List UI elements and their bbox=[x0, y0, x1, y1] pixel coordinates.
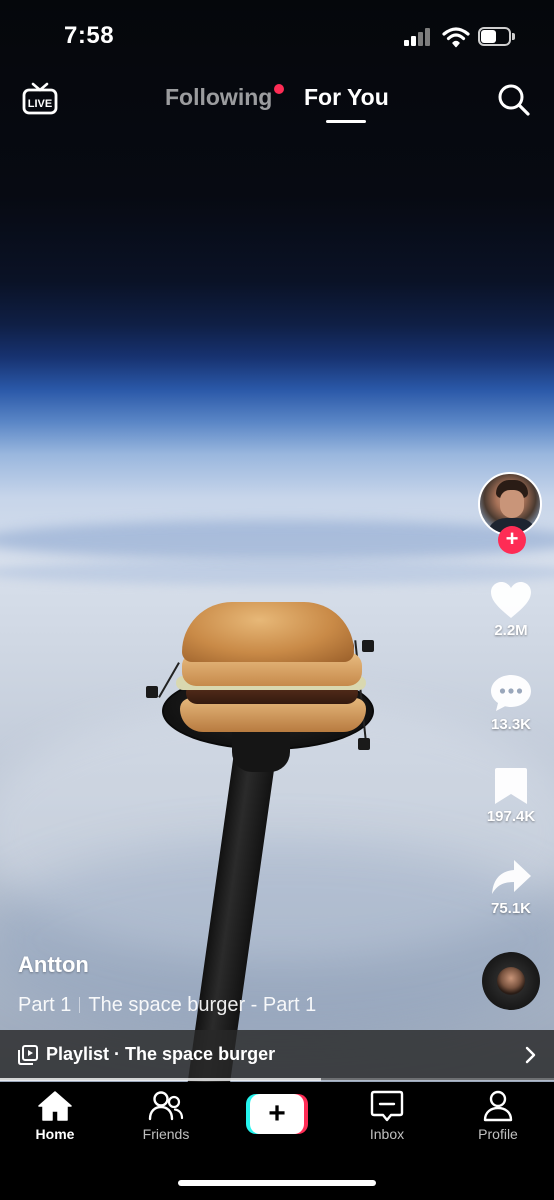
heart-icon bbox=[491, 582, 531, 618]
playlist-icon bbox=[18, 1045, 38, 1065]
nav-profile-label: Profile bbox=[478, 1126, 518, 1142]
search-icon[interactable] bbox=[496, 82, 532, 118]
wire-clip bbox=[362, 640, 374, 652]
playlist-bar[interactable]: Playlist · The space burger bbox=[0, 1030, 554, 1080]
share-count: 75.1K bbox=[490, 900, 532, 917]
nav-home-label: Home bbox=[35, 1126, 75, 1142]
nav-inbox-label: Inbox bbox=[369, 1126, 405, 1142]
wire-clip bbox=[146, 686, 158, 698]
cellular-signal-icon bbox=[404, 28, 434, 46]
video-player[interactable] bbox=[0, 0, 554, 1082]
active-tab-indicator bbox=[326, 120, 366, 123]
caption-divider bbox=[79, 997, 81, 1013]
save-count: 197.4K bbox=[486, 808, 536, 825]
status-bar: 7:58 bbox=[0, 0, 554, 70]
playlist-label: Playlist · The space burger bbox=[46, 1044, 276, 1064]
video-progress-fill bbox=[0, 1078, 322, 1081]
nav-profile[interactable]: Profile bbox=[453, 1090, 543, 1142]
comment-button[interactable]: 13.3K bbox=[476, 672, 546, 733]
cloud-layer bbox=[0, 560, 554, 585]
burger-bun-top bbox=[182, 602, 354, 662]
share-arrow-icon bbox=[492, 860, 531, 894]
profile-icon bbox=[483, 1090, 513, 1122]
inbox-icon bbox=[370, 1090, 404, 1122]
follow-button[interactable]: + bbox=[498, 526, 526, 554]
comment-count: 13.3K bbox=[490, 716, 532, 733]
battery-icon bbox=[478, 27, 516, 46]
caption-title: The space burger - Part 1 bbox=[88, 994, 317, 1016]
wifi-icon bbox=[442, 27, 470, 48]
like-button[interactable]: 2.2M bbox=[476, 580, 546, 639]
home-indicator bbox=[178, 1180, 376, 1186]
video-progress-bar[interactable] bbox=[0, 1078, 554, 1081]
caption-part: Part 1 bbox=[18, 994, 72, 1016]
share-button[interactable]: 75.1K bbox=[476, 858, 546, 917]
author-name[interactable]: Antton bbox=[18, 952, 89, 978]
nav-friends[interactable]: Friends bbox=[121, 1090, 211, 1142]
like-count: 2.2M bbox=[494, 622, 528, 639]
bookmark-icon bbox=[495, 768, 527, 804]
nav-home[interactable]: Home bbox=[10, 1090, 100, 1142]
music-disc[interactable] bbox=[482, 952, 540, 1010]
music-disc-avatar bbox=[497, 967, 525, 995]
chevron-right-icon bbox=[525, 1046, 536, 1064]
create-button[interactable]: + bbox=[246, 1094, 308, 1134]
status-time: 7:58 bbox=[64, 22, 115, 49]
save-button[interactable]: 197.4K bbox=[476, 766, 546, 825]
wire-clip bbox=[358, 738, 370, 750]
comment-icon bbox=[491, 675, 531, 711]
video-caption: Part 1 The space burger - Part 1 bbox=[18, 994, 316, 1017]
notification-dot bbox=[274, 84, 284, 94]
feed-tabs: Following For You bbox=[0, 84, 554, 134]
nav-inbox[interactable]: Inbox bbox=[342, 1090, 432, 1142]
tab-for-you[interactable]: For You bbox=[304, 84, 389, 111]
nav-friends-label: Friends bbox=[142, 1126, 190, 1142]
cloud-layer bbox=[0, 520, 554, 560]
tab-following[interactable]: Following bbox=[165, 84, 272, 111]
creator-avatar-button[interactable]: + bbox=[478, 472, 544, 554]
friends-icon bbox=[148, 1091, 184, 1121]
home-icon bbox=[38, 1091, 72, 1121]
create-icon: + bbox=[250, 1094, 304, 1134]
